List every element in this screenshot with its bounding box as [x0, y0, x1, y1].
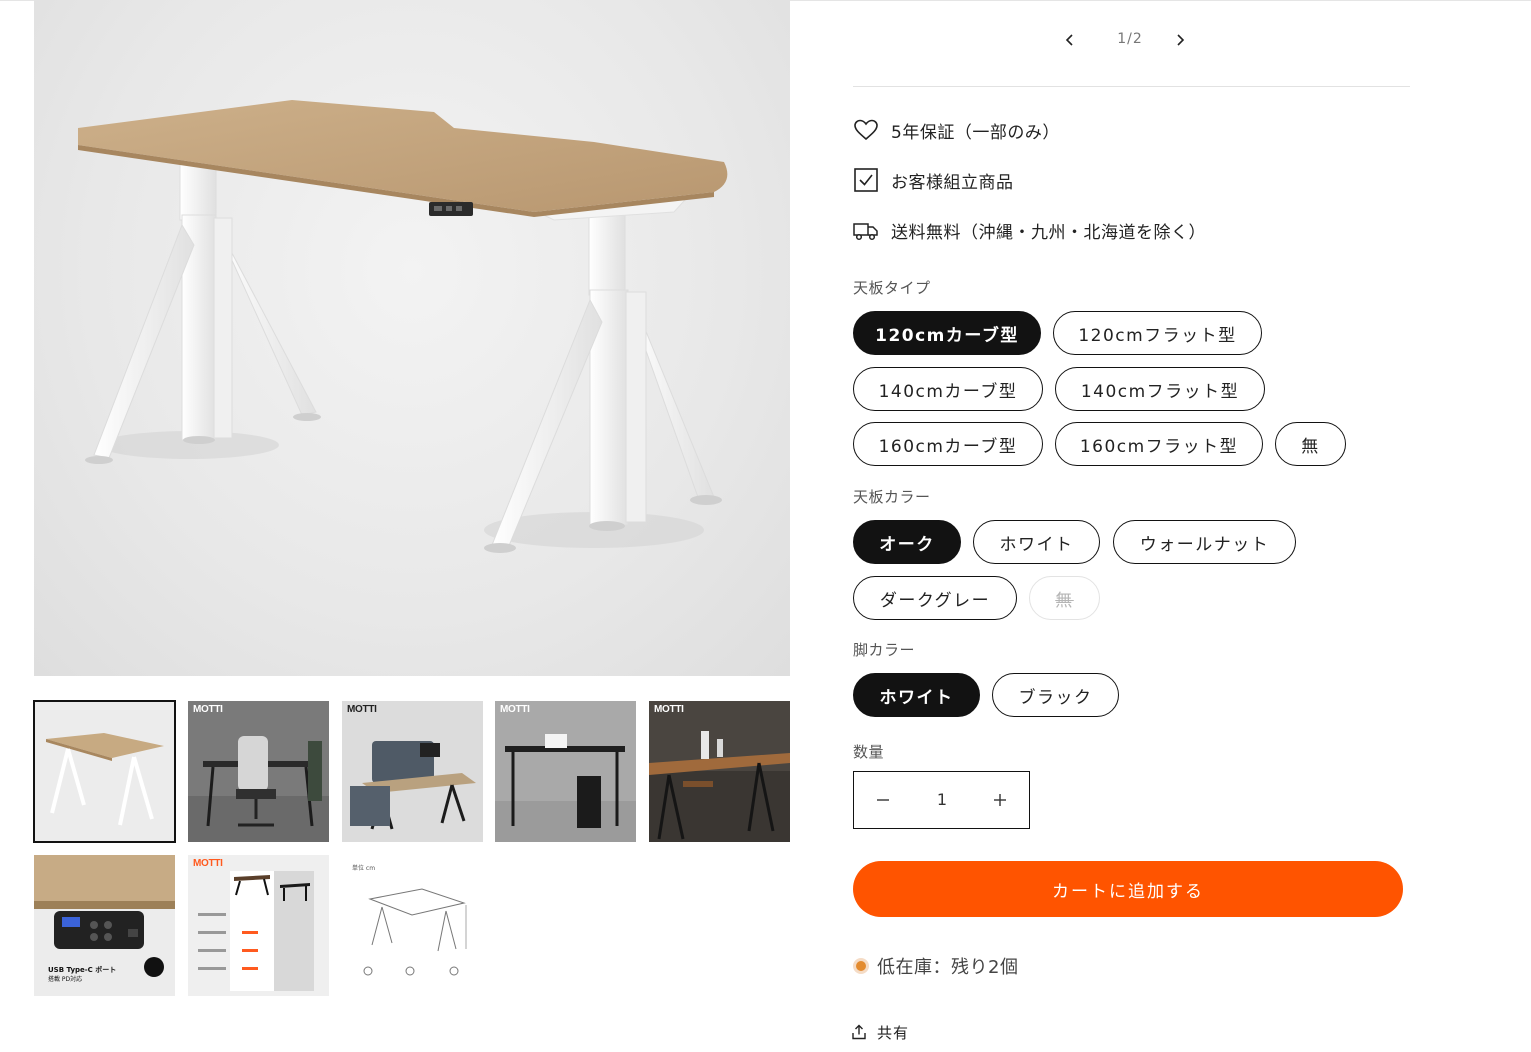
- thumbnail-1-desk[interactable]: [33, 700, 176, 843]
- minus-icon: [877, 799, 889, 801]
- option-top-type-140-flat[interactable]: 140cmフラット型: [1055, 367, 1265, 411]
- privacy-panel-image: [342, 701, 483, 842]
- thumbnail-4-black-desk[interactable]: MOTTI: [495, 701, 636, 842]
- feature-warranty: 5年保証（一部のみ）: [853, 116, 1060, 144]
- feature-shipping: 送料無料（沖縄・九州・北海道を除く）: [853, 216, 1206, 244]
- option-top-type-160-flat[interactable]: 160cmフラット型: [1055, 422, 1263, 466]
- previous-image-button[interactable]: [1060, 30, 1080, 50]
- share-button[interactable]: 共有: [851, 1020, 909, 1044]
- feature-text: お客様組立商品: [891, 172, 1014, 193]
- option-top-color-oak[interactable]: オーク: [853, 520, 961, 564]
- quantity-decrease-button[interactable]: [854, 772, 912, 828]
- stock-text: 低在庫：残り2個: [877, 957, 1019, 978]
- option-top-type-140-curve[interactable]: 140cmカーブ型: [853, 367, 1043, 411]
- thumbnail-brand: MOTTI: [347, 704, 377, 715]
- divider: [853, 86, 1410, 87]
- option-top-color-dark-gray[interactable]: ダークグレー: [853, 576, 1017, 620]
- option-leg-color-black[interactable]: ブラック: [992, 673, 1119, 717]
- black-desk-image: [495, 701, 636, 842]
- feature-text: 送料無料（沖縄・九州・北海道を除く）: [891, 222, 1206, 243]
- thumbnail-brand: MOTTI: [193, 858, 223, 869]
- chevron-right-icon: [1177, 34, 1185, 46]
- share-icon: [852, 1024, 866, 1040]
- next-image-button[interactable]: [1170, 30, 1190, 50]
- thumbnail-3-privacy-panel[interactable]: MOTTI: [342, 701, 483, 842]
- dimension-diagram-image: [342, 855, 483, 996]
- thumbnail-brand: MOTTI: [193, 704, 223, 715]
- option-label-leg-color: 脚カラー: [853, 641, 916, 659]
- quantity-increase-button[interactable]: [971, 772, 1029, 828]
- share-label: 共有: [877, 1023, 910, 1042]
- quantity-input[interactable]: 1: [912, 772, 972, 828]
- option-top-color-walnut[interactable]: ウォールナット: [1113, 520, 1296, 564]
- thumbnail-2-office-chair[interactable]: MOTTI: [188, 701, 329, 842]
- option-top-type-120-curve[interactable]: 120cmカーブ型: [853, 311, 1041, 355]
- dining-scene-image: [649, 701, 790, 842]
- option-top-type-120-flat[interactable]: 120cmフラット型: [1053, 311, 1262, 355]
- thumbnail-5-dining-desk[interactable]: MOTTI: [649, 701, 790, 842]
- feature-assembly: お客様組立商品: [853, 166, 1014, 194]
- thumbnail-brand: MOTTI: [500, 704, 530, 715]
- image-pager: 1/2: [1060, 26, 1200, 54]
- comparison-table-image: [188, 855, 329, 996]
- option-top-color-none-unavailable[interactable]: 無: [1029, 576, 1100, 620]
- truck-icon: [853, 217, 879, 243]
- thumbnail-caption-line2: 搭載 PD対応: [48, 976, 83, 983]
- standing-desk-illustration: [78, 100, 728, 553]
- low-stock-indicator-icon: [853, 958, 869, 974]
- thumbnail-brand: MOTTI: [654, 704, 684, 715]
- thumbnail-7-comparison-table[interactable]: MOTTI: [188, 855, 329, 996]
- office-scene-image: [188, 701, 329, 842]
- option-label-top-color: 天板カラー: [853, 488, 931, 506]
- chevron-left-icon: [1065, 34, 1073, 46]
- add-to-cart-button[interactable]: カートに追加する: [853, 861, 1403, 917]
- thumbnail-unit-label: 単位 cm: [352, 865, 376, 872]
- heart-icon: [853, 117, 879, 143]
- thumbnail-6-control-panel[interactable]: USB Type-C ポート 搭載 PD対応: [34, 855, 175, 996]
- option-top-color-white[interactable]: ホワイト: [973, 520, 1100, 564]
- plus-icon: [994, 794, 1006, 806]
- pager-count: 1/2: [1117, 31, 1143, 47]
- desk-thumbnail-image: [34, 701, 175, 842]
- quantity-label: 数量: [853, 743, 885, 761]
- option-top-type-none[interactable]: 無: [1275, 422, 1346, 466]
- option-top-type-160-curve[interactable]: 160cmカーブ型: [853, 422, 1043, 466]
- feature-text: 5年保証（一部のみ）: [891, 122, 1060, 143]
- option-leg-color-white[interactable]: ホワイト: [853, 673, 980, 717]
- quantity-stepper: 1: [853, 771, 1030, 829]
- thumbnail-8-dimensions[interactable]: 単位 cm: [342, 855, 483, 996]
- option-label-top-type: 天板タイプ: [853, 279, 931, 297]
- main-product-image[interactable]: [34, 0, 790, 676]
- checkbox-icon: [853, 167, 879, 193]
- stock-status: 低在庫：残り2個: [853, 954, 1018, 978]
